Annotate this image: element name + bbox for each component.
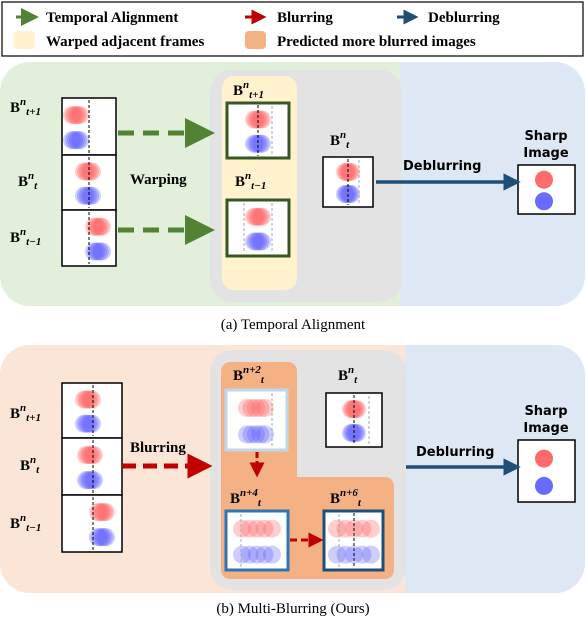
red-blob [342, 163, 360, 181]
frame-b-input-t-1 [61, 494, 123, 553]
red-blob [253, 110, 271, 129]
sharp-image-label-b-2: Image [523, 421, 568, 436]
deblurring-label-a: Deblurring [403, 159, 481, 174]
blue-blob [253, 134, 271, 153]
legend-deblurring: Deblurring [428, 10, 500, 26]
blue-blob [83, 186, 101, 205]
frame-a-sharp [517, 164, 576, 215]
frame-b-input-t+1 [61, 382, 123, 439]
frame-a-input-t+1 [61, 97, 117, 156]
frame-b-pred-n+2 [224, 388, 289, 452]
red-blob [253, 207, 271, 226]
blue-blob [71, 131, 89, 150]
blurring-label: Blurring [130, 440, 186, 456]
frame-a-input-t-1 [61, 209, 117, 267]
red-blob [83, 390, 101, 409]
blue-blob [85, 471, 103, 490]
caption-a: (a) Temporal Alignment [221, 317, 366, 333]
blue-blob [93, 242, 111, 261]
caption-b: (b) Multi-Blurring (Ours) [216, 601, 369, 617]
red-blob [85, 446, 103, 465]
blue-blob [97, 528, 115, 547]
blue-blob [535, 476, 553, 495]
red-blob [256, 399, 274, 417]
sharp-image-label-a-1: Sharp [524, 129, 567, 144]
red-blob [535, 449, 553, 468]
warping-label: Warping [130, 172, 187, 188]
frame-b-input-t [61, 437, 123, 496]
red-blob [348, 400, 366, 419]
diagram: Temporal Alignment Blurring Deblurring W… [0, 1, 585, 617]
red-blob [535, 170, 553, 189]
blue-blob [535, 192, 553, 211]
blue-blob [256, 425, 274, 444]
blue-blob [348, 423, 366, 442]
blue-blob [342, 185, 360, 203]
legend-warped-frames: Warped adjacent frames [46, 34, 204, 50]
frame-b-center [325, 392, 383, 448]
red-blob [93, 217, 111, 236]
red-blob [71, 106, 89, 125]
frame-a-center [322, 156, 374, 208]
frame-a-input-t [61, 154, 117, 211]
deblurring-label-b: Deblurring [416, 445, 494, 460]
blue-blob [83, 414, 101, 433]
warped-swatch [14, 31, 35, 49]
predicted-swatch [245, 31, 266, 49]
blue-blob [263, 545, 281, 564]
sharp-image-label-b-1: Sharp [524, 404, 567, 419]
legend: Temporal Alignment Blurring Deblurring W… [1, 1, 584, 57]
red-blob [97, 503, 115, 522]
blue-blob [253, 232, 271, 251]
frame-b-pred-n+6 [322, 509, 385, 572]
legend-blurring: Blurring [277, 10, 333, 26]
blue-blob [362, 545, 380, 564]
frame-b-sharp [517, 439, 576, 503]
red-blob [362, 519, 380, 538]
red-blob [263, 519, 281, 538]
frame-a-warped-t-1 [225, 198, 291, 258]
legend-predicted: Predicted more blurred images [277, 34, 476, 50]
frame-a-warped-t+1 [225, 101, 291, 160]
frame-b-pred-n+4 [224, 509, 290, 572]
sharp-image-label-a-2: Image [523, 146, 568, 161]
red-blob [83, 162, 101, 181]
legend-temporal-alignment: Temporal Alignment [46, 10, 178, 26]
